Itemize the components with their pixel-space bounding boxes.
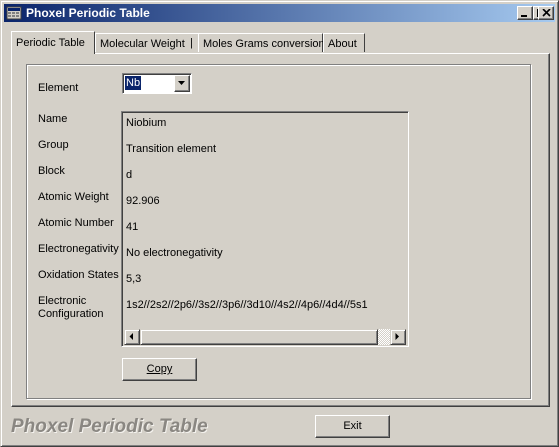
electronic-configuration-label-line2: Configuration [38, 308, 104, 320]
exit-button-label: Exit [343, 420, 362, 432]
tab-separator: | [190, 37, 193, 49]
tab-label: Periodic Table [16, 37, 85, 49]
atomic-number-value: 41 [126, 221, 139, 233]
scroll-thumb[interactable] [140, 329, 378, 345]
element-dropdown[interactable]: Nb [122, 73, 192, 94]
tab-molecular-weight[interactable]: Molecular Weight [95, 33, 199, 52]
tab-about[interactable]: About [323, 33, 365, 52]
footer-app-title: Phoxel Periodic Table [11, 416, 208, 437]
block-value: d [126, 169, 133, 181]
oxidation-states-value: 5,3 [126, 273, 142, 285]
oxidation-states-label: Oxidation States [38, 269, 119, 281]
close-button[interactable] [538, 6, 554, 20]
group-value: Transition element [126, 143, 217, 155]
arrow-left-icon [129, 333, 133, 340]
title-bar[interactable]: Phoxel Periodic Table [4, 4, 555, 22]
tab-moles-grams-conversion[interactable]: Moles Grams conversion [198, 33, 325, 52]
main-window: Phoxel Periodic Table Periodic Table Mol… [0, 0, 559, 447]
copy-button[interactable]: Copy [122, 358, 197, 381]
element-label: Element [38, 82, 79, 94]
chevron-down-icon [178, 81, 185, 85]
copy-button-label: Copy [146, 363, 173, 375]
electronegativity-label: Electronegativity [38, 243, 119, 255]
minimize-button[interactable] [517, 6, 533, 20]
window-title: Phoxel Periodic Table [26, 6, 150, 20]
electronic-configuration-value: 1s2//2s2//2p6//3s2//3p6//3d10//4s2//4p6/… [126, 299, 368, 311]
atomic-weight-label: Atomic Weight [38, 191, 109, 203]
scroll-right-button[interactable] [390, 329, 406, 345]
periodic-table-app-icon [6, 6, 22, 20]
horizontal-scrollbar[interactable] [124, 329, 406, 345]
atomic-number-label: Atomic Number [38, 217, 114, 229]
block-label: Block [38, 165, 65, 177]
minimize-icon [521, 15, 527, 17]
tab-label: About [328, 38, 357, 50]
element-info-box: Niobium Transition element d 92.906 41 N… [121, 111, 409, 347]
close-icon [542, 9, 551, 17]
electronegativity-value: No electronegativity [126, 247, 223, 259]
electronic-configuration-label-line1: Electronic [38, 295, 87, 307]
exit-button[interactable]: Exit [315, 415, 390, 438]
name-value: Niobium [126, 117, 167, 129]
tab-label: Molecular Weight [100, 38, 185, 50]
dropdown-button[interactable] [174, 75, 190, 92]
atomic-weight-value: 92.906 [126, 195, 160, 207]
tab-periodic-table[interactable]: Periodic Table [11, 31, 95, 54]
element-dropdown-value[interactable]: Nb [125, 76, 142, 90]
tab-label: Moles Grams conversion [203, 38, 325, 50]
scroll-left-button[interactable] [124, 329, 140, 345]
arrow-right-icon [395, 333, 399, 340]
group-label: Group [38, 139, 69, 151]
name-label: Name [38, 113, 68, 125]
